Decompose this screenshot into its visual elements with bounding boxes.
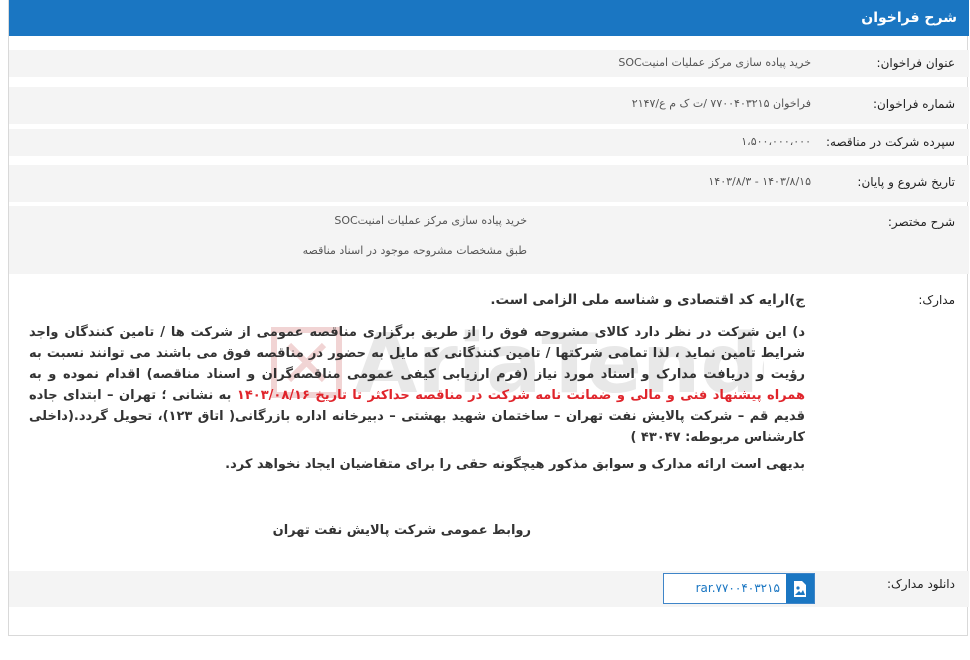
row-deposit: سپرده شرکت در مناقصه: ۱،۵۰۰،۰۰۰،۰۰۰	[9, 129, 969, 156]
row-summary-line2: طبق مشخصات مشروحه موجود در اسناد مناقصه	[302, 244, 527, 257]
row-summary-label: شرح مختصر:	[887, 215, 955, 229]
download-file-button[interactable]: rar.۷۷۰۰۴۰۳۲۱۵	[663, 573, 815, 604]
row-title: عنوان فراخوان: خرید پیاده سازی مرکز عملی…	[9, 50, 969, 77]
documents-body: ج)ارایه کد اقتصادی و شناسه ملی الزامی اس…	[29, 290, 805, 475]
para-d-part1: د) این شرکت در نظر دارد کالای مشروحه فوق…	[29, 325, 805, 382]
para-e: بدیهی است ارائه مدارک و سوابق مذکور هیچگ…	[225, 457, 805, 472]
row-dates-value: ۱۴۰۳/۸/۱۵ - ۱۴۰۳/۸/۳	[708, 175, 811, 188]
signature: روابط عمومی شرکت پالایش نفت تهران	[272, 523, 531, 538]
panel-header: شرح فراخوان	[9, 0, 969, 36]
para-c: ج)ارایه کد اقتصادی و شناسه ملی الزامی اس…	[490, 292, 805, 308]
download-file-name[interactable]: rar.۷۷۰۰۴۰۳۲۱۵	[668, 581, 780, 595]
tender-detail-panel: شرح فراخوان عنوان فراخوان: خرید پیاده سا…	[8, 0, 969, 636]
row-title-value: خرید پیاده سازی مرکز عملیات امنیتSOC	[618, 56, 811, 69]
row-summary-line1: خرید پیاده سازی مرکز عملیات امنیتSOC	[334, 214, 527, 227]
row-deposit-label: سپرده شرکت در مناقصه:	[825, 135, 955, 149]
row-documents-label: مدارک:	[918, 293, 955, 307]
para-d-highlight: همراه پیشنهاد فنی و مالی و ضمانت نامه شر…	[236, 388, 805, 403]
row-number-label: شماره فراخوان:	[872, 97, 955, 111]
row-title-label: عنوان فراخوان:	[876, 56, 955, 70]
row-dates-label: تاریخ شروع و پایان:	[857, 175, 955, 189]
row-summary: شرح مختصر: خرید پیاده سازی مرکز عملیات ا…	[9, 206, 969, 274]
row-deposit-value: ۱،۵۰۰،۰۰۰،۰۰۰	[741, 135, 811, 148]
row-number: شماره فراخوان: فراخوان ۷۷۰۰۴۰۳۲۱۵ /ت ک م…	[9, 87, 969, 124]
row-download-label: دانلود مدارک:	[887, 577, 955, 591]
panel-title: شرح فراخوان	[861, 10, 957, 26]
row-number-value: فراخوان ۷۷۰۰۴۰۳۲۱۵ /ت ک م ع/۲۱۴۷	[631, 97, 811, 110]
para-d: د) این شرکت در نظر دارد کالای مشروحه فوق…	[29, 322, 805, 448]
row-dates: تاریخ شروع و پایان: ۱۴۰۳/۸/۱۵ - ۱۴۰۳/۸/۳	[9, 165, 969, 202]
row-download: دانلود مدارک:	[9, 571, 969, 607]
image-file-icon	[786, 574, 814, 603]
